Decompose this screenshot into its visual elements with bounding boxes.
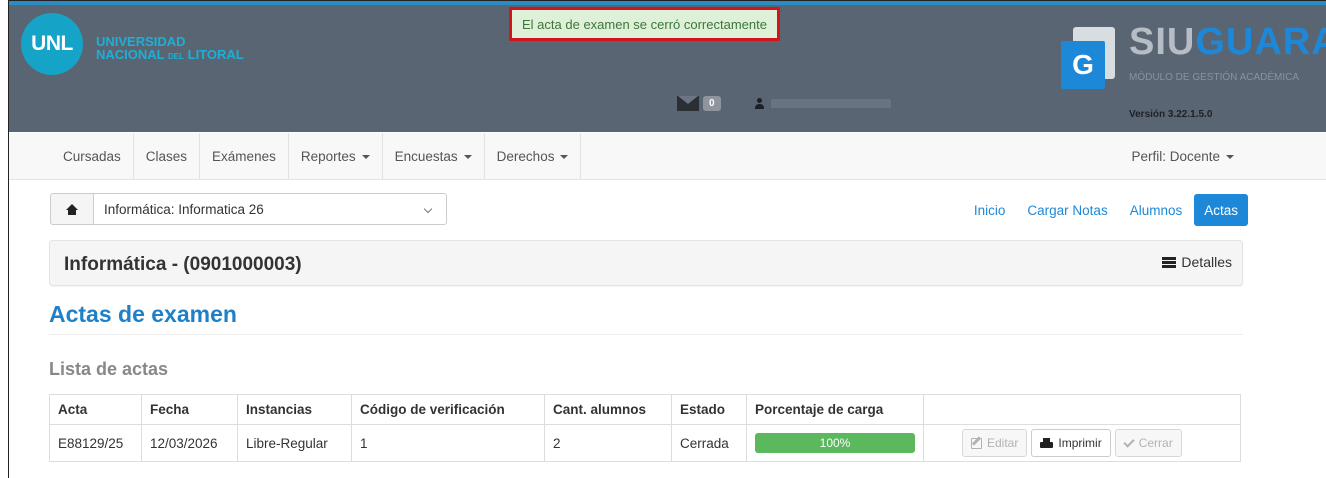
app-frame: UNL UNIVERSIDAD NACIONAL DEL LITORAL El … bbox=[8, 0, 1326, 478]
flash-message: El acta de examen se cerró correctamente bbox=[509, 7, 780, 41]
list-icon bbox=[1162, 256, 1177, 268]
user-menu[interactable] bbox=[754, 98, 891, 109]
cell-fecha: 12/03/2026 bbox=[141, 424, 238, 462]
envelope-icon bbox=[677, 96, 699, 111]
nav-item-label: Encuestas bbox=[394, 149, 458, 164]
nav-item-label: Reportes bbox=[300, 149, 356, 164]
university-line-2: NACIONAL DEL LITORAL bbox=[96, 48, 244, 63]
nav-items: Cursadas Clases Exámenes Reportes Encues… bbox=[54, 133, 582, 180]
tab-alumnos[interactable]: Alumnos bbox=[1120, 194, 1193, 226]
nav-item-label: Derechos bbox=[496, 149, 555, 164]
caret-down-icon bbox=[1226, 154, 1234, 159]
cell-acta: E88129/25 bbox=[49, 424, 142, 462]
nav-item-derechos[interactable]: Derechos bbox=[485, 133, 582, 180]
cell-instancias: Libre-Regular bbox=[237, 424, 352, 462]
nav-item-label: Cursadas bbox=[63, 149, 121, 164]
printer-icon bbox=[1040, 437, 1054, 449]
table-header-row: Acta Fecha Instancias Código de verifica… bbox=[49, 394, 1241, 425]
siu-guarani-logo: G bbox=[1061, 27, 1117, 89]
university-name: UNIVERSIDAD NACIONAL DEL LITORAL bbox=[96, 35, 244, 63]
header-top-line bbox=[9, 1, 1326, 5]
column-header: Instancias bbox=[237, 394, 352, 425]
chevron-down-icon bbox=[423, 204, 433, 214]
nav-item-clases[interactable]: Clases bbox=[134, 133, 201, 180]
course-selector-value: Informática: Informatica 26 bbox=[104, 201, 264, 217]
user-icon bbox=[754, 98, 765, 109]
column-header: Acta bbox=[49, 394, 142, 425]
main-navbar: Cursadas Clases Exámenes Reportes Encues… bbox=[9, 133, 1326, 180]
print-label: Imprimir bbox=[1058, 436, 1102, 450]
column-header: Porcentaje de carga bbox=[746, 394, 924, 425]
column-header-actions bbox=[923, 394, 1241, 425]
logo-front-letter: G bbox=[1061, 41, 1105, 89]
university-line-2-a: NACIONAL bbox=[96, 47, 165, 62]
close-acta-button[interactable]: Cerrar bbox=[1114, 429, 1182, 457]
header: UNL UNIVERSIDAD NACIONAL DEL LITORAL El … bbox=[9, 1, 1326, 132]
version-label: Versión 3.22.1.5.0 bbox=[1129, 109, 1213, 120]
details-label: Detalles bbox=[1181, 254, 1232, 270]
unl-logo[interactable]: UNL bbox=[21, 13, 83, 75]
tab-actas[interactable]: Actas bbox=[1194, 194, 1248, 226]
edit-icon bbox=[971, 437, 982, 449]
section-tabs: Inicio Cargar Notas Alumnos Actas bbox=[964, 194, 1248, 226]
brand-title: SIUGUARANI bbox=[1129, 21, 1326, 64]
nav-item-label: Clases bbox=[145, 149, 188, 164]
caret-down-icon bbox=[463, 154, 472, 159]
column-header: Estado bbox=[671, 394, 747, 425]
tab-inicio[interactable]: Inicio bbox=[964, 194, 1016, 226]
messages-button[interactable]: 0 bbox=[677, 96, 721, 111]
details-button[interactable]: Detalles bbox=[1162, 254, 1232, 270]
home-icon bbox=[66, 203, 78, 215]
nav-item-label: Exámenes bbox=[212, 149, 276, 164]
close-acta-label: Cerrar bbox=[1138, 436, 1173, 450]
university-line-2-small: DEL bbox=[168, 52, 184, 61]
cell-cantidad: 2 bbox=[544, 424, 672, 462]
cell-codigo: 1 bbox=[351, 424, 545, 462]
nav-item-encuestas[interactable]: Encuestas bbox=[383, 133, 485, 180]
section-subtitle: Lista de actas bbox=[49, 359, 169, 379]
caret-down-icon bbox=[361, 154, 370, 159]
course-title: Informática - (0901000003) bbox=[64, 254, 302, 275]
profile-menu[interactable]: Perfil: Docente bbox=[1131, 133, 1234, 180]
brand-subtitle: MÓDULO DE GESTIÓN ACADÉMICA bbox=[1129, 72, 1300, 83]
nav-item-examenes[interactable]: Exámenes bbox=[200, 133, 289, 180]
page-title: Actas de examen bbox=[49, 301, 237, 327]
progress-bar: 100% bbox=[755, 433, 915, 453]
divider bbox=[49, 334, 1243, 335]
caret-down-icon bbox=[560, 154, 569, 159]
edit-label: Editar bbox=[987, 436, 1019, 450]
cell-porcentaje: 100% bbox=[746, 424, 924, 462]
nav-item-reportes[interactable]: Reportes bbox=[289, 133, 383, 180]
home-button[interactable] bbox=[50, 193, 94, 225]
course-selector[interactable]: Informática: Informatica 26 bbox=[93, 193, 447, 225]
university-line-2-b: LITORAL bbox=[187, 47, 244, 62]
cell-estado: Cerrada bbox=[671, 424, 747, 462]
nav-item-cursadas[interactable]: Cursadas bbox=[54, 133, 134, 180]
column-header: Cant. alumnos bbox=[544, 394, 672, 425]
actas-table: Acta Fecha Instancias Código de verifica… bbox=[49, 394, 1241, 462]
row-actions: Editar Imprimir Cerrar bbox=[932, 429, 1232, 457]
brand-part-1: SIU bbox=[1129, 21, 1196, 63]
cell-actions: Editar Imprimir Cerrar bbox=[923, 424, 1241, 462]
brand-part-2: GUARANI bbox=[1195, 21, 1326, 63]
check-icon bbox=[1123, 435, 1135, 448]
edit-button[interactable]: Editar bbox=[962, 429, 1028, 457]
column-header: Fecha bbox=[141, 394, 238, 425]
tab-cargar-notas[interactable]: Cargar Notas bbox=[1017, 194, 1117, 226]
column-header: Código de verificación bbox=[351, 394, 545, 425]
table-row: E88129/25 12/03/2026 Libre-Regular 1 2 C… bbox=[49, 424, 1241, 462]
messages-count-badge: 0 bbox=[703, 96, 721, 111]
print-button[interactable]: Imprimir bbox=[1031, 429, 1111, 457]
profile-label: Perfil: Docente bbox=[1131, 149, 1220, 164]
progress-fill: 100% bbox=[755, 433, 915, 453]
user-name-redacted bbox=[771, 99, 891, 108]
course-panel: Informática - (0901000003) Detalles bbox=[49, 240, 1243, 286]
